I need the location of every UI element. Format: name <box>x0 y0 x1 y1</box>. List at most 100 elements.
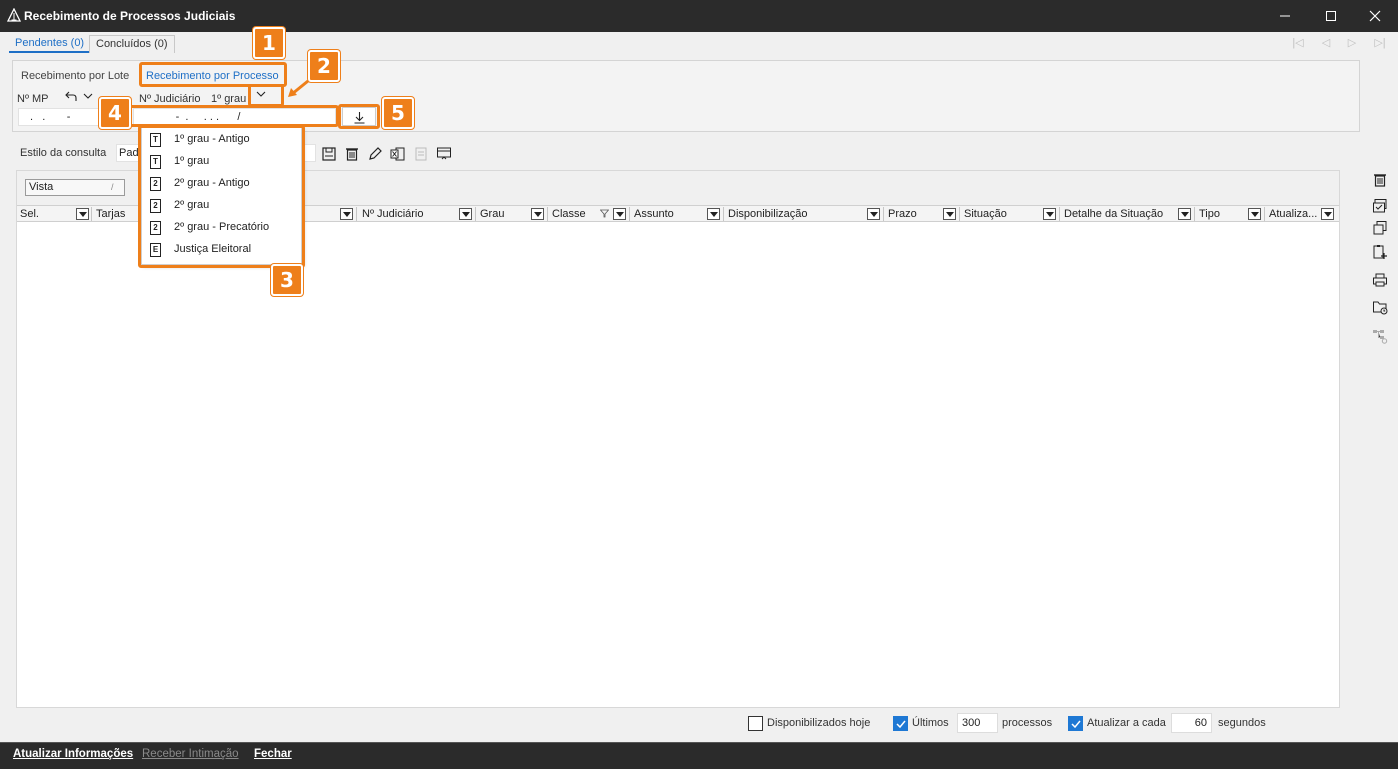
column-tipo-filter-icon[interactable] <box>1248 208 1261 220</box>
processos-label: processos <box>1002 717 1053 729</box>
column-separator <box>883 207 884 221</box>
checkmark-icon <box>1071 720 1081 729</box>
workflow-icon <box>1373 330 1388 344</box>
first-page-button[interactable]: |◁ <box>1290 36 1306 50</box>
check-copy-icon[interactable] <box>1372 198 1388 214</box>
column-separator <box>475 207 476 221</box>
last-page-button[interactable]: ▷| <box>1372 36 1388 50</box>
window-title: Recebimento de Processos Judiciais <box>24 9 236 23</box>
last-page-icon: ▷| <box>1374 37 1386 49</box>
next-page-icon: ▷ <box>1347 37 1357 49</box>
column-detalhe-filter-icon[interactable] <box>1178 208 1191 220</box>
next-page-button[interactable]: ▷ <box>1344 36 1360 50</box>
estilo-consulta-label: Estilo da consulta <box>20 147 107 159</box>
minimize-icon <box>1280 15 1290 17</box>
tab-concluidos[interactable]: Concluídos (0) <box>89 35 175 53</box>
paste-add-icon[interactable] <box>1372 244 1388 260</box>
app-logo-icon <box>7 8 21 22</box>
disponibilizados-hoje-checkbox[interactable] <box>748 716 763 731</box>
column-separator <box>356 207 357 221</box>
annotation-box-5 <box>338 104 380 129</box>
column-judiciario-filter-icon[interactable] <box>459 208 472 220</box>
column-separator <box>547 207 548 221</box>
column-atualizacao[interactable]: Atualiza... <box>1266 206 1318 222</box>
document-icon <box>415 147 427 161</box>
first-page-icon: |◁ <box>1292 37 1304 49</box>
prev-page-icon: ◁ <box>1321 37 1331 49</box>
receber-intimacao-link[interactable]: Receber Intimação <box>142 748 239 760</box>
close-button[interactable] <box>1352 0 1398 32</box>
column-situacao-filter-icon[interactable] <box>1043 208 1056 220</box>
column-tipo[interactable]: Tipo <box>1196 206 1246 222</box>
vista-selector[interactable]: Vista / <box>25 179 125 196</box>
column-b-filter-icon[interactable] <box>340 208 353 220</box>
annotation-box-4 <box>129 105 339 127</box>
excel-export-icon[interactable] <box>390 146 406 162</box>
edit-pencil-icon[interactable] <box>367 146 383 162</box>
judiciario-label: Nº Judiciário <box>139 93 201 105</box>
ultimos-label: Últimos <box>912 717 949 729</box>
column-sel[interactable]: Sel. <box>17 206 77 222</box>
column-prazo-filter-icon[interactable] <box>943 208 956 220</box>
column-classe-filter-funnel-icon <box>600 209 609 218</box>
column-separator <box>1264 207 1265 221</box>
atualizar-a-cada-label: Atualizar a cada <box>1087 717 1166 729</box>
subtab-recebimento-lote[interactable]: Recebimento por Lote <box>16 67 134 86</box>
fechar-link[interactable]: Fechar <box>254 748 292 760</box>
column-situacao[interactable]: Situação <box>961 206 1041 222</box>
column-assunto[interactable]: Assunto <box>631 206 711 222</box>
column-numero-judiciario[interactable]: Nº Judiciário <box>359 206 459 222</box>
folder-clock-icon[interactable] <box>1372 299 1388 315</box>
save-icon[interactable] <box>321 146 337 162</box>
column-grau-filter-icon[interactable] <box>531 208 544 220</box>
column-separator <box>1059 207 1060 221</box>
vista-label: Vista <box>29 181 54 193</box>
column-grau[interactable]: Grau <box>477 206 527 222</box>
maximize-icon <box>1326 11 1336 21</box>
column-separator <box>723 207 724 221</box>
disponibilizados-hoje-label: Disponibilizados hoje <box>767 717 871 729</box>
column-sel-filter-icon[interactable] <box>76 208 89 220</box>
atualizar-segundos-input[interactable]: 60 <box>1171 713 1212 733</box>
annotation-arrow-icon <box>288 79 309 97</box>
atualizar-a-cada-checkbox[interactable] <box>1068 716 1083 731</box>
column-classe-filter-icon[interactable] <box>613 208 626 220</box>
close-icon <box>1369 10 1381 22</box>
ultimos-count-input[interactable]: 300 <box>957 713 998 733</box>
mp-label: Nº MP <box>17 93 49 105</box>
vista-separator: / <box>111 182 114 192</box>
column-detalhe-situacao[interactable]: Detalhe da Situação <box>1061 206 1181 222</box>
tab-pendentes[interactable]: Pendentes (0) <box>9 35 91 53</box>
column-separator <box>1194 207 1195 221</box>
column-tarjas[interactable]: Tarjas <box>93 206 138 222</box>
segundos-label: segundos <box>1218 717 1266 729</box>
column-assunto-filter-icon[interactable] <box>707 208 720 220</box>
mp-input[interactable]: . . - <box>18 108 102 126</box>
column-classe[interactable]: Classe <box>549 206 599 222</box>
column-atualizacao-filter-icon[interactable] <box>1321 208 1334 220</box>
atualizar-informacoes-link[interactable]: Atualizar Informações <box>13 748 133 760</box>
annotation-badge-4: 4 <box>99 97 131 129</box>
layout-config-icon[interactable] <box>436 146 452 162</box>
column-disponibilizacao-filter-icon[interactable] <box>867 208 880 220</box>
print-icon[interactable] <box>1372 272 1388 288</box>
column-prazo[interactable]: Prazo <box>885 206 945 222</box>
copy-icon[interactable] <box>1372 220 1388 236</box>
annotation-box-3 <box>138 125 305 268</box>
column-disponibilizacao[interactable]: Disponibilização <box>725 206 875 222</box>
title-bar: Recebimento de Processos Judiciais <box>0 0 1398 32</box>
delete-icon[interactable] <box>344 146 360 162</box>
annotation-box-2 <box>248 84 284 107</box>
trash-icon[interactable] <box>1372 172 1388 188</box>
checkmark-icon <box>896 720 906 729</box>
column-separator <box>629 207 630 221</box>
mp-chevron-down-icon[interactable] <box>82 91 94 101</box>
prev-page-button[interactable]: ◁ <box>1318 36 1334 50</box>
minimize-button[interactable] <box>1262 0 1308 32</box>
undo-icon[interactable] <box>64 90 78 102</box>
grau-selected-value[interactable]: 1º grau <box>211 93 246 105</box>
maximize-button[interactable] <box>1308 0 1354 32</box>
ultimos-checkbox[interactable] <box>893 716 908 731</box>
column-separator <box>91 207 92 221</box>
annotation-badge-3: 3 <box>271 264 303 296</box>
